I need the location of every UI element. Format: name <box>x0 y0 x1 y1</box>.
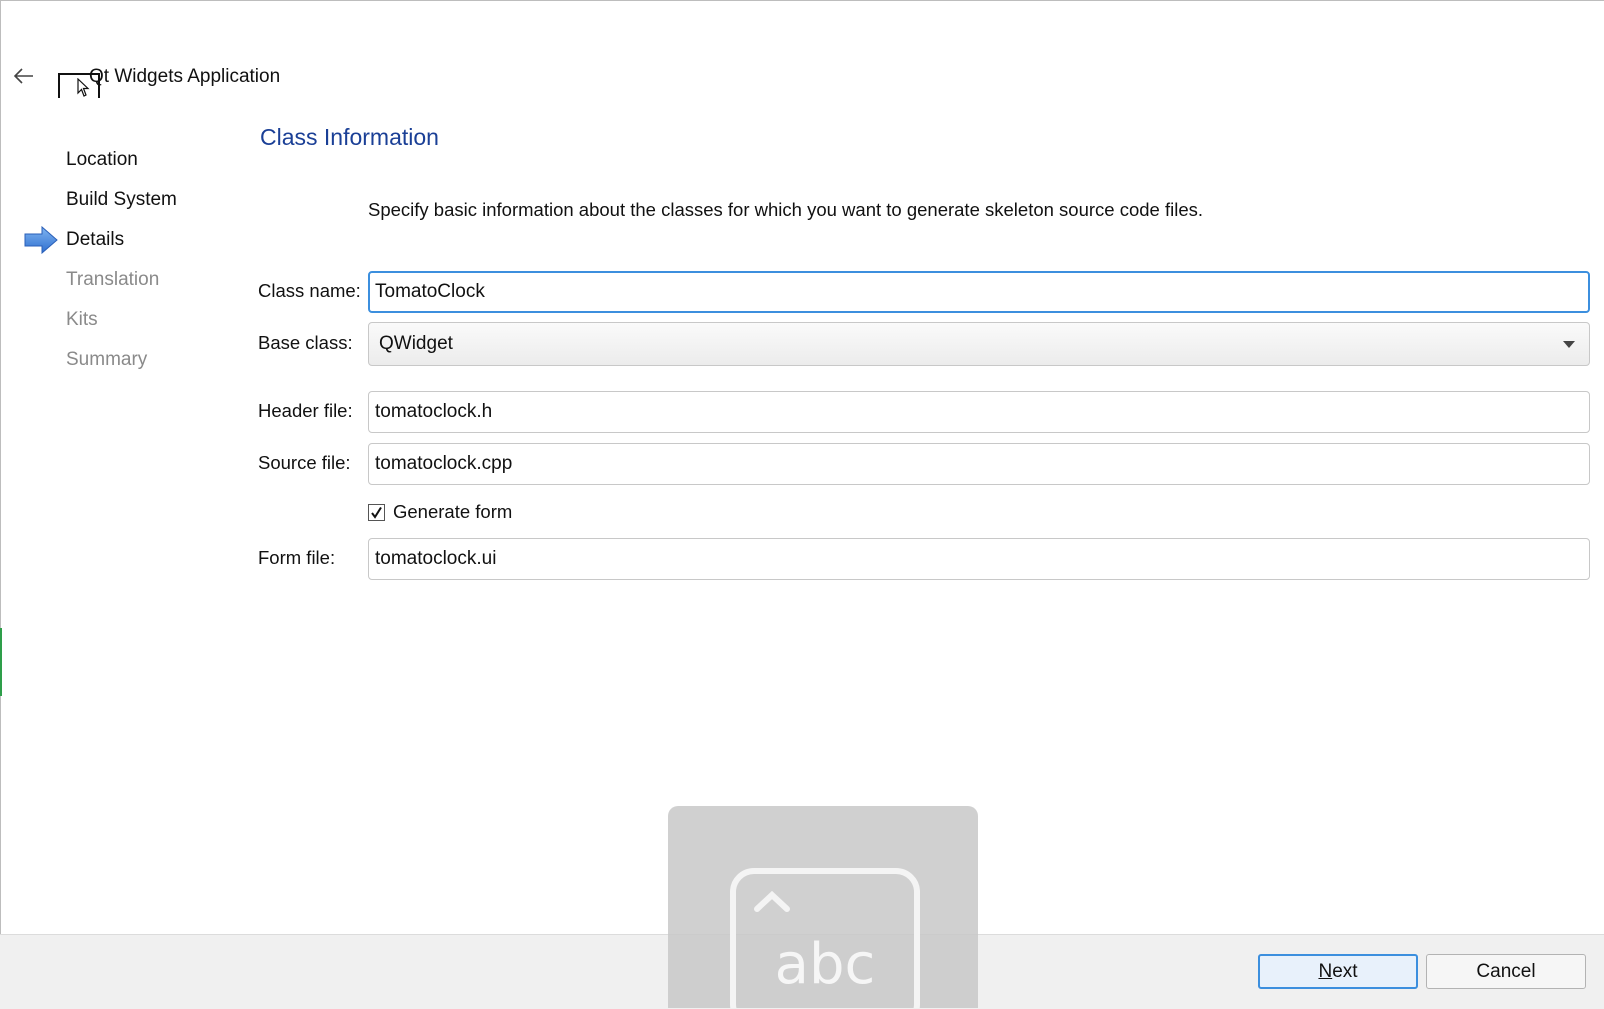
step-build-system: Build System <box>66 189 177 210</box>
generate-form-label: Generate form <box>393 501 513 522</box>
current-step-arrow-icon <box>24 226 58 254</box>
base-class-label: Base class: <box>258 332 353 353</box>
cancel-button[interactable]: Cancel <box>1426 954 1586 989</box>
step-kits: Kits <box>66 309 98 330</box>
next-button[interactable]: Next <box>1258 954 1418 989</box>
step-summary: Summary <box>66 349 148 370</box>
checkmark-icon <box>371 506 382 519</box>
touch-keyboard-overlay[interactable]: abc <box>668 806 978 1008</box>
source-file-input[interactable] <box>368 443 1590 485</box>
page-title: Class Information <box>260 124 439 150</box>
step-details: Details <box>66 229 125 250</box>
step-translation: Translation <box>66 269 160 290</box>
keyboard-label: abc <box>774 932 876 997</box>
wizard-title: Qt Widgets Application <box>89 66 281 87</box>
page-description: Specify basic information about the clas… <box>368 199 1204 220</box>
next-label-rest: ext <box>1332 960 1358 982</box>
generate-form-checkbox[interactable]: Generate form <box>368 501 512 523</box>
class-name-input[interactable] <box>368 271 1590 313</box>
back-arrow-icon <box>13 68 33 84</box>
header-file-label: Header file: <box>258 400 353 421</box>
source-file-label: Source file: <box>258 452 351 473</box>
step-location: Location <box>66 149 138 170</box>
back-button[interactable] <box>10 62 38 90</box>
checkbox-box[interactable] <box>368 503 385 521</box>
chevron-down-icon <box>1563 340 1575 348</box>
header-file-input[interactable] <box>368 391 1590 433</box>
base-class-select[interactable]: QWidget <box>368 322 1590 366</box>
class-name-label: Class name: <box>258 280 361 301</box>
mouse-cursor-icon <box>77 78 90 97</box>
form-file-input[interactable] <box>368 538 1590 580</box>
background-window-edge <box>0 628 2 696</box>
next-mnemonic: N <box>1318 960 1333 982</box>
base-class-value: QWidget <box>379 333 453 354</box>
form-file-label: Form file: <box>258 547 336 568</box>
caret-up-icon <box>754 890 790 912</box>
keyboard-key: abc <box>730 868 920 1008</box>
